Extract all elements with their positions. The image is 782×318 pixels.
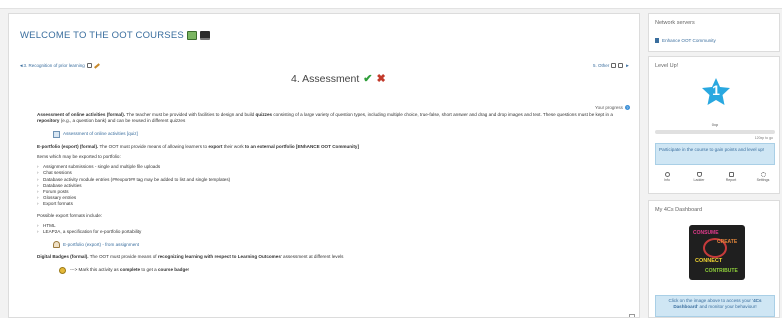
level-number: 1 [712, 82, 720, 98]
network-server-link[interactable]: Enhance OOT Community [655, 38, 716, 43]
report-icon [728, 172, 734, 177]
level-nav-report[interactable]: Report [719, 172, 743, 182]
eportfolio-paragraph: E-portfolio (export) (formal). The OOT m… [37, 144, 627, 150]
badges-paragraph: Digital Badges (formal). The OOT must pr… [37, 254, 627, 260]
assign-link-label: E-portfolio (export) - from assignment [63, 241, 140, 247]
arrow-right-icon: ► [625, 63, 630, 68]
assessment-bold: Assessment of online activities (formal)… [37, 112, 126, 117]
top-navbar [0, 0, 782, 9]
book-icon [186, 31, 197, 40]
text-span: Click on the image above to access your … [668, 298, 754, 303]
completion-checkbox[interactable] [629, 314, 635, 317]
xp-to-go: 120xp to go [754, 136, 773, 140]
list-item: LEAP2A, a specification for e-portfolio … [37, 229, 627, 235]
chat-icon [611, 63, 617, 68]
export-items-list: Assignment submissions - single and mult… [37, 164, 627, 208]
course-main-region: WELCOME TO THE OOT COURSES ◄3. Recogniti… [8, 13, 640, 318]
next-section-label: 5. Other [593, 63, 610, 68]
assignment-icon [53, 241, 60, 249]
image-word: CONNECT [695, 258, 723, 264]
text-span: The OOT must provide means of [88, 254, 158, 260]
quiz-link-label: Assessment of online activities [quiz] [63, 130, 138, 136]
dashboard-block: My 4Cs Dashboard CONSUME CREATE CONNECT … [648, 200, 780, 318]
nav-label: Info [664, 178, 670, 182]
text-span: ! [187, 266, 190, 272]
network-servers-block: Network servers Enhance OOT Community [648, 13, 780, 52]
quiz-icon [53, 130, 60, 138]
nav-label: Ladder [693, 178, 705, 182]
course-badge-bold: course badge [157, 266, 188, 272]
4cs-dashboard-image[interactable]: CONSUME CREATE CONNECT CONTRIBUTE [689, 225, 745, 280]
complete-bold: complete [119, 266, 141, 272]
badge-icon [59, 266, 66, 274]
level-nav-settings[interactable]: Settings [751, 172, 775, 182]
level-up-block: Level Up! 1 0xp 120xp to go Participate … [648, 56, 780, 194]
quizzes-bold: quizzes [255, 112, 273, 117]
laptop-icon [199, 31, 210, 40]
progress-label-text: Your progress [595, 105, 623, 110]
repository-bold: repository [37, 118, 60, 124]
cross-icon: ✖ [376, 73, 386, 85]
level-up-info: Participate in the course to gain points… [655, 143, 775, 165]
server-icon [655, 38, 659, 43]
learning-outcomes-bold: recognizing learning with respect to Lea… [157, 254, 281, 260]
assessment-paragraph: Assessment of online activities (formal)… [37, 112, 627, 125]
section-title: 4. Assessment ✔ ✖ [291, 72, 386, 86]
text-span: ' and monitor your behaviour! [697, 304, 757, 310]
text-span: The OOT must provide means of allowing l… [98, 143, 209, 149]
section-content: Assessment of online activities (formal)… [37, 112, 627, 274]
xp-total: 0xp [711, 122, 719, 127]
pencil-icon [93, 62, 100, 69]
level-nav-ladder[interactable]: Ladder [687, 172, 711, 182]
text-span: consisting of a large variety of questio… [272, 112, 613, 117]
quiz-activity-link[interactable]: Assessment of online activities [quiz] [53, 130, 627, 138]
badge-text: ---> Mark this activity as complete to g… [70, 267, 189, 273]
block-title: Network servers [655, 20, 695, 26]
calendar-icon [86, 63, 92, 68]
help-icon[interactable]: ? [624, 105, 630, 110]
nav-label: Settings [756, 178, 770, 182]
assignment-activity-link[interactable]: E-portfolio (export) - from assignment [53, 241, 627, 249]
text-span: (e.g., a question bank) and can be reuse… [59, 118, 186, 124]
formats-intro: Possible export formats include: [37, 212, 103, 218]
image-word: CONTRIBUTE [705, 268, 738, 274]
image-word: CREATE [717, 239, 738, 245]
export-bold: export [208, 143, 223, 149]
trophy-icon [696, 172, 702, 177]
dashboard-note: Click on the image above to access your … [655, 295, 775, 317]
section-title-text: 4. Assessment [291, 72, 360, 85]
text-span: The teacher must be provided with facili… [125, 112, 256, 117]
image-word: CONSUME [693, 230, 719, 236]
text-span: their work [222, 143, 245, 149]
gear-icon [760, 172, 766, 177]
block-title: Level Up! [655, 63, 679, 69]
text-span: ' assessment at different levels [280, 254, 344, 260]
text-span: ---> Mark this activity as [70, 266, 120, 272]
your-progress: Your progress ? [595, 105, 630, 110]
network-server-label: Enhance OOT Community [662, 38, 716, 43]
formats-list: HTML LEAP2A, a specification for e-portf… [37, 223, 627, 236]
course-title-text: WELCOME TO THE OOT COURSES [20, 30, 184, 41]
tools-icon [618, 63, 624, 68]
text-span: to get a [140, 266, 158, 272]
external-portfolio-bold: to an external portfolio [ENhANCE OOT Co… [244, 143, 359, 149]
prev-section-link[interactable]: ◄3. Recognition of prior learning [19, 62, 100, 69]
next-section-link[interactable]: 5. Other ► [593, 63, 630, 68]
info-icon [664, 172, 670, 177]
prev-section-label: ◄3. Recognition of prior learning [19, 63, 85, 68]
nav-label: Report [725, 178, 737, 182]
course-title: WELCOME TO THE OOT COURSES [20, 30, 210, 41]
badges-bold: Digital Badges (formal). [37, 254, 89, 260]
list-item: Export formats [37, 201, 627, 207]
level-nav-info[interactable]: Info [655, 172, 679, 182]
level-up-nav: Info Ladder Report Settings [655, 172, 775, 182]
badge-label-row: ---> Mark this activity as complete to g… [59, 266, 627, 274]
block-title: My 4Cs Dashboard [655, 207, 703, 213]
eportfolio-bold: E-portfolio (export) (formal). [37, 143, 99, 149]
check-icon: ✔ [363, 73, 373, 85]
xp-progress-bar [655, 130, 775, 134]
items-intro: Items which may be exported to portfolio… [37, 153, 121, 159]
